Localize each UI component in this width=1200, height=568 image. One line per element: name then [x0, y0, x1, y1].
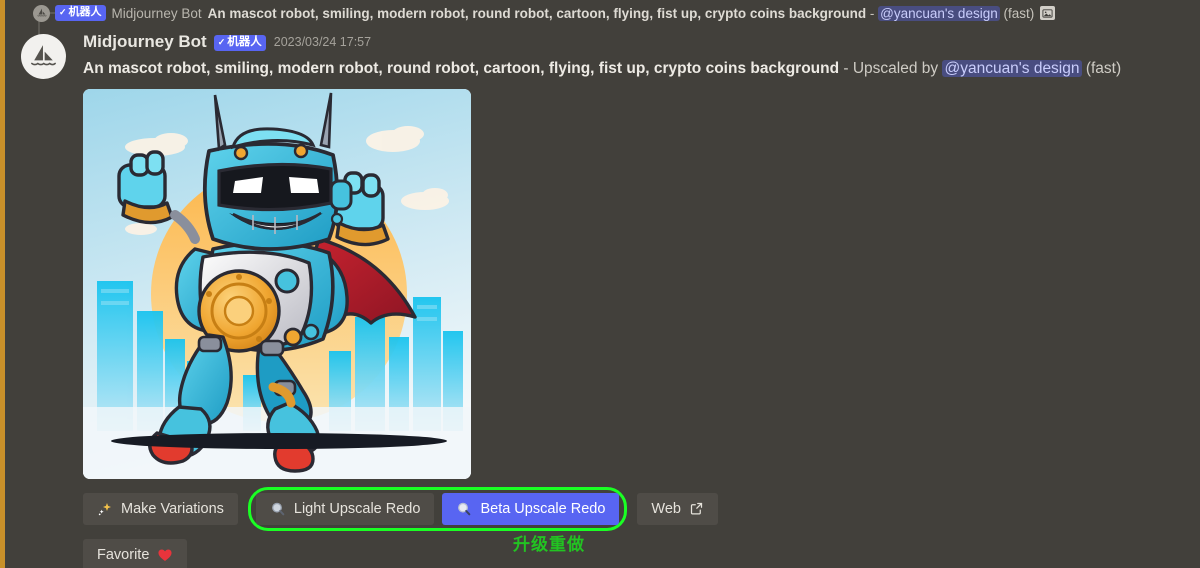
- reply-reference-bar[interactable]: ✓ 机器人 Midjourney Bot An mascot robot, smi…: [5, 0, 1200, 26]
- annotation-text: 升级重做: [513, 535, 585, 554]
- bot-check-icon: ✓: [217, 37, 226, 48]
- message-author-name[interactable]: Midjourney Bot: [83, 32, 207, 52]
- web-button[interactable]: Web: [637, 492, 718, 525]
- make-variations-button[interactable]: Make Variations: [83, 492, 238, 525]
- light-upscale-redo-button[interactable]: Light Upscale Redo: [255, 492, 435, 525]
- action-row-primary: Make Variations Light Upscale Redo Beta …: [83, 486, 1200, 531]
- message-prompt: An mascot robot, smiling, modern robot, …: [83, 60, 840, 77]
- upscale-highlight-group: Light Upscale Redo Beta Upscale Redo: [247, 486, 628, 531]
- robot-artwork: [83, 88, 471, 479]
- make-variations-label: Make Variations: [121, 500, 224, 517]
- message-mention[interactable]: @yancuan's design: [942, 60, 1082, 77]
- discord-message-view: ✓ 机器人 Midjourney Bot An mascot robot, smi…: [0, 0, 1200, 568]
- attachment-image[interactable]: [83, 88, 471, 479]
- beta-upscale-redo-label: Beta Upscale Redo: [480, 500, 606, 517]
- message-header: Midjourney Bot ✓ 机器人 2023/03/24 17:57: [83, 30, 1200, 54]
- reply-bot-badge: ✓ 机器人: [55, 5, 106, 21]
- bot-badge-label: 机器人: [227, 35, 262, 48]
- action-row-secondary: Favorite: [83, 538, 1200, 568]
- reply-avatar: [33, 4, 50, 22]
- avatar[interactable]: [21, 34, 66, 79]
- reply-speed: (fast): [1003, 5, 1035, 21]
- heart-icon: [157, 547, 173, 563]
- beta-upscale-redo-button[interactable]: Beta Upscale Redo: [442, 492, 620, 525]
- reply-content: An mascot robot, smiling, modern robot, …: [207, 5, 1035, 21]
- message-bot-badge: ✓ 机器人: [213, 34, 266, 52]
- favorite-button[interactable]: Favorite: [83, 538, 188, 568]
- favorite-label: Favorite: [97, 546, 150, 563]
- web-label: Web: [651, 500, 681, 517]
- reply-mention[interactable]: @yancuan's design: [878, 5, 1000, 21]
- message-block: Midjourney Bot ✓ 机器人 2023/03/24 17:57 An …: [5, 26, 1200, 568]
- reply-separator: -: [866, 5, 879, 21]
- external-link-icon: [689, 501, 704, 516]
- light-upscale-redo-label: Light Upscale Redo: [293, 500, 421, 517]
- message-timestamp: 2023/03/24 17:57: [273, 35, 372, 49]
- message-action: Upscaled by: [852, 60, 939, 77]
- magnifier-icon: [270, 501, 286, 517]
- message-content: An mascot robot, smiling, modern robot, …: [83, 59, 1200, 80]
- bot-badge-label: 机器人: [68, 6, 102, 19]
- message-separator: -: [839, 60, 853, 77]
- message-body: Midjourney Bot ✓ 机器人 2023/03/24 17:57 An …: [83, 26, 1200, 568]
- image-icon: [1040, 6, 1056, 20]
- midjourney-sailboat-icon: [31, 45, 56, 66]
- magnifier-icon: [456, 501, 472, 517]
- message-speed: (fast): [1085, 60, 1122, 77]
- reply-prompt: An mascot robot, smiling, modern robot, …: [207, 5, 867, 21]
- bot-check-icon: ✓: [59, 7, 67, 18]
- sparkles-icon: [97, 501, 113, 517]
- reply-author-name[interactable]: Midjourney Bot: [112, 6, 202, 21]
